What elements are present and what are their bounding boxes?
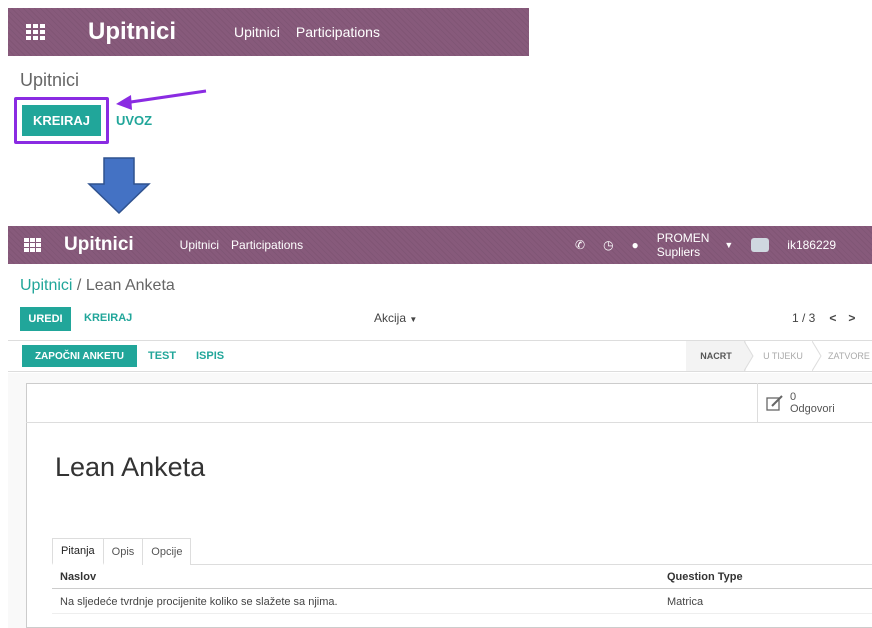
menu-participations[interactable]: Participations <box>231 238 303 252</box>
column-header-title[interactable]: Naslov <box>60 571 96 583</box>
edit-icon <box>766 395 783 411</box>
breadcrumb-separator: / <box>76 277 82 294</box>
responses-stat-button[interactable]: 0 Odgovori <box>757 383 872 423</box>
breadcrumb: Upitnici / Lean Anketa <box>20 277 175 295</box>
main-navbar: Upitnici Upitnici Participations ✆ ◷ ● P… <box>8 226 872 264</box>
down-arrow-icon <box>87 157 151 215</box>
stage-closed[interactable]: ZATVORE <box>820 341 872 371</box>
breadcrumb-parent[interactable]: Upitnici <box>20 277 72 294</box>
create-button[interactable]: KREIRAJ <box>84 312 132 324</box>
cell-title: Na sljedeće tvrdnje procijenite koliko s… <box>60 596 338 608</box>
action-label: Akcija <box>374 311 407 325</box>
avatar <box>751 238 770 252</box>
record-title: Lean Anketa <box>55 452 206 482</box>
pager: 1 / 3 < > <box>792 311 855 325</box>
navbar-systray: ✆ ◷ ● PROMEN Supliers ▼ ik186229 <box>575 226 872 264</box>
caret-down-icon: ▼ <box>409 315 418 324</box>
column-header-question-type[interactable]: Question Type <box>667 571 743 583</box>
test-button[interactable]: TEST <box>148 350 176 362</box>
tab-pitanja[interactable]: Pitanja <box>52 538 104 565</box>
tab-opis[interactable]: Opis <box>102 538 144 565</box>
apps-menu-icon[interactable] <box>24 238 42 252</box>
edit-button[interactable]: UREDI <box>20 307 71 331</box>
stage-draft[interactable]: NACRT <box>686 341 746 371</box>
pager-value[interactable]: 1 / 3 <box>792 311 815 325</box>
action-dropdown[interactable]: Akcija ▼ <box>374 311 417 325</box>
stage-in-progress[interactable]: U TIJEKU <box>752 341 814 371</box>
chevron-right-icon[interactable]: > <box>848 311 855 325</box>
clock-icon[interactable]: ◷ <box>603 238 613 252</box>
user-name: ik186229 <box>787 238 836 252</box>
tab-opcije[interactable]: Opcije <box>142 538 192 565</box>
cell-question-type: Matrica <box>667 596 704 608</box>
start-survey-button[interactable]: ZAPOČNI ANKETU <box>22 345 137 367</box>
responses-count: 0 <box>790 391 797 403</box>
company-switcher[interactable]: PROMEN Supliers ▼ <box>657 231 733 259</box>
chat-icon[interactable]: ● <box>632 238 639 252</box>
purple-pointer-arrow-icon <box>116 89 207 110</box>
print-button[interactable]: ISPIS <box>196 350 224 362</box>
table-header <box>52 565 872 589</box>
breadcrumb-current: Lean Anketa <box>85 277 175 294</box>
chevron-left-icon[interactable]: < <box>829 311 836 325</box>
caret-down-icon: ▼ <box>724 240 734 250</box>
phone-icon[interactable]: ✆ <box>575 238 585 252</box>
company-name: PROMEN Supliers <box>656 231 710 259</box>
notebook-tabs: Pitanja Opis Opcije <box>52 538 192 565</box>
menu-upitnici[interactable]: Upitnici <box>180 238 219 252</box>
button-box <box>26 383 872 423</box>
user-menu[interactable]: ik186229 <box>751 238 854 252</box>
app-brand[interactable]: Upitnici <box>64 234 134 256</box>
responses-label: Odgovori <box>790 403 835 415</box>
